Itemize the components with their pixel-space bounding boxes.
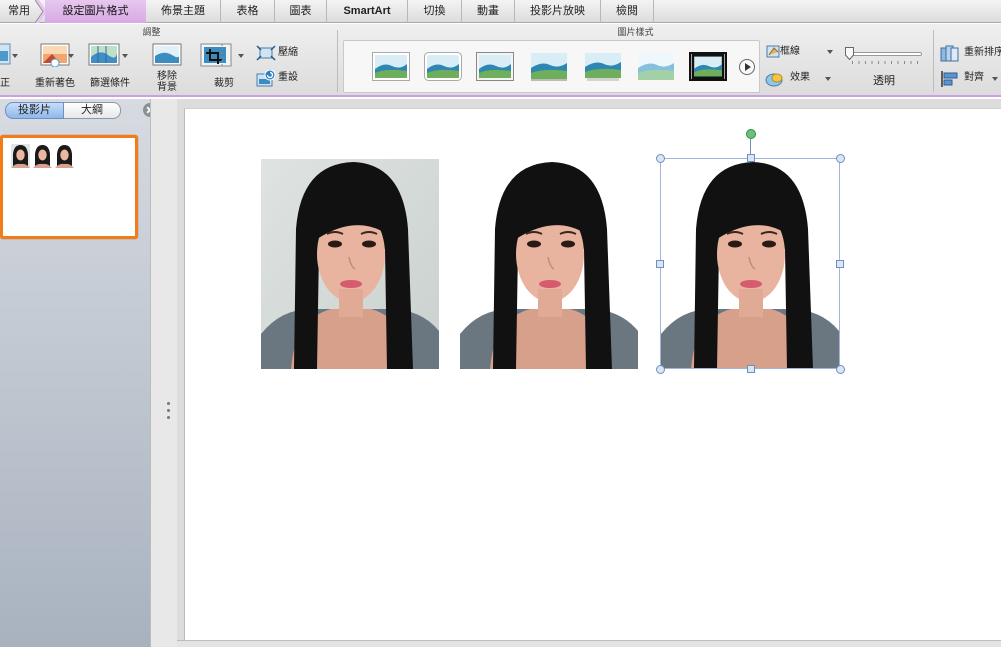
tab-format-picture[interactable]: 設定圖片格式 — [45, 0, 146, 23]
remove-background-button[interactable]: 移除 背景 — [146, 43, 188, 93]
ribbon-tab-bar: 常用 設定圖片格式 佈景主題 表格 圖表 SmartArt 切換 動畫 投影片放… — [0, 0, 1001, 23]
ribbon-group-separator — [337, 30, 338, 92]
transparency-label: 透明 — [873, 75, 895, 87]
picture-style-thumb-3[interactable] — [476, 52, 514, 81]
transparency-slider-track[interactable] — [845, 52, 922, 56]
filters-icon — [88, 43, 120, 66]
slide-thumbnail-1[interactable] — [0, 135, 138, 239]
transparency-slider-ticks — [852, 61, 918, 64]
tab-animations[interactable]: 動畫 — [462, 0, 515, 23]
picture-effects-dropdown-icon[interactable] — [825, 77, 831, 81]
reset-picture-icon — [256, 70, 276, 87]
align-dropdown-icon[interactable] — [992, 77, 998, 81]
resize-handle-left[interactable] — [656, 260, 664, 268]
adjust-group-title: 調整 — [142, 27, 161, 37]
slide-thumb-photo-3 — [55, 144, 74, 168]
picture-border-label: 框線 — [780, 46, 800, 57]
recolor-dropdown-icon[interactable] — [68, 54, 74, 58]
picture-border-dropdown-icon[interactable] — [827, 50, 833, 54]
splitter-grip-dot[interactable] — [167, 402, 170, 405]
picture-style-thumb-5[interactable] — [584, 52, 622, 81]
reset-picture-button[interactable]: 重設 — [256, 70, 306, 87]
picture-style-thumb-6[interactable] — [637, 52, 675, 81]
crop-label: 裁剪 — [214, 78, 234, 89]
slide-thumb-photo-2 — [33, 144, 52, 168]
align-left-icon — [941, 71, 958, 87]
tab-transitions[interactable]: 切換 — [408, 0, 462, 23]
corrections-label: 正 — [0, 78, 10, 89]
rotation-handle[interactable] — [746, 129, 756, 139]
crop-dropdown-icon[interactable] — [238, 54, 244, 58]
tab-review[interactable]: 檢閱 — [601, 0, 654, 23]
recolor-label: 重新著色 — [35, 78, 75, 89]
reorder-icon — [940, 45, 959, 62]
crop-icon — [200, 43, 232, 67]
picture-effects-button[interactable]: 效果 — [765, 70, 825, 87]
picture-styles-gallery — [343, 40, 760, 93]
ribbon-group-separator — [933, 30, 934, 92]
tab-outline[interactable]: 大綱 — [64, 102, 121, 119]
resize-handle-top[interactable] — [747, 154, 755, 162]
resize-handle-right[interactable] — [836, 260, 844, 268]
tab-tables[interactable]: 表格 — [221, 0, 275, 23]
resize-handle-top-left[interactable] — [656, 154, 665, 163]
resize-handle-bottom[interactable] — [747, 365, 755, 373]
horizontal-scrollbar[interactable] — [177, 640, 1001, 647]
transparency-slider-thumb[interactable] — [845, 47, 854, 60]
compress-button[interactable]: 壓縮 — [256, 45, 306, 61]
picture-style-thumb-2[interactable] — [424, 52, 462, 81]
picture-styles-group-title: 圖片樣式 — [617, 27, 654, 37]
portrait-photo-original[interactable] — [261, 159, 439, 369]
filters-button[interactable]: 篩選條件 — [86, 43, 134, 91]
slide-thumb-photo-1 — [11, 144, 30, 168]
filters-label: 篩選條件 — [90, 78, 130, 89]
picture-style-thumb-4[interactable] — [530, 52, 568, 81]
compress-icon — [256, 45, 276, 61]
portrait-photo-bg-removed[interactable] — [460, 159, 638, 369]
tab-themes[interactable]: 佈景主題 — [146, 0, 221, 23]
remove-background-icon — [152, 43, 182, 66]
reorder-button[interactable]: 重新排序 — [940, 45, 1001, 62]
tab-smartart[interactable]: SmartArt — [327, 0, 408, 23]
resize-handle-bottom-left[interactable] — [656, 365, 665, 374]
crop-button[interactable]: 裁剪 — [200, 43, 248, 91]
gallery-more-arrow-icon[interactable] — [739, 59, 755, 75]
compress-label: 壓縮 — [278, 47, 298, 58]
tab-slides[interactable]: 投影片 — [5, 102, 64, 119]
reset-picture-label: 重設 — [278, 72, 298, 83]
recolor-button[interactable]: 重新著色 — [34, 43, 76, 91]
picture-effects-icon — [765, 73, 783, 87]
align-label: 對齊 — [964, 72, 984, 83]
picture-effects-label: 效果 — [790, 72, 810, 83]
recolor-icon — [40, 43, 70, 67]
splitter-grip-dot[interactable] — [167, 409, 170, 412]
resize-handle-bottom-right[interactable] — [836, 365, 845, 374]
tab-home[interactable]: 常用 — [0, 0, 38, 23]
selection-frame — [660, 158, 840, 369]
tab-slide-show[interactable]: 投影片放映 — [515, 0, 601, 23]
tab-charts[interactable]: 圖表 — [275, 0, 327, 23]
picture-style-thumb-7-selected[interactable] — [689, 52, 727, 81]
corrections-icon — [0, 43, 11, 65]
pane-splitter[interactable] — [150, 99, 178, 647]
corrections-button[interactable]: 正 — [0, 43, 12, 91]
filters-dropdown-icon[interactable] — [122, 54, 128, 58]
picture-border-button[interactable]: 框線 — [765, 44, 825, 60]
reorder-label: 重新排序 — [964, 47, 1001, 58]
picture-style-thumb-1[interactable] — [372, 52, 410, 81]
resize-handle-top-right[interactable] — [836, 154, 845, 163]
remove-background-label: 移除 背景 — [157, 71, 177, 93]
corrections-dropdown-icon[interactable] — [12, 54, 18, 58]
splitter-grip-dot[interactable] — [167, 416, 170, 419]
